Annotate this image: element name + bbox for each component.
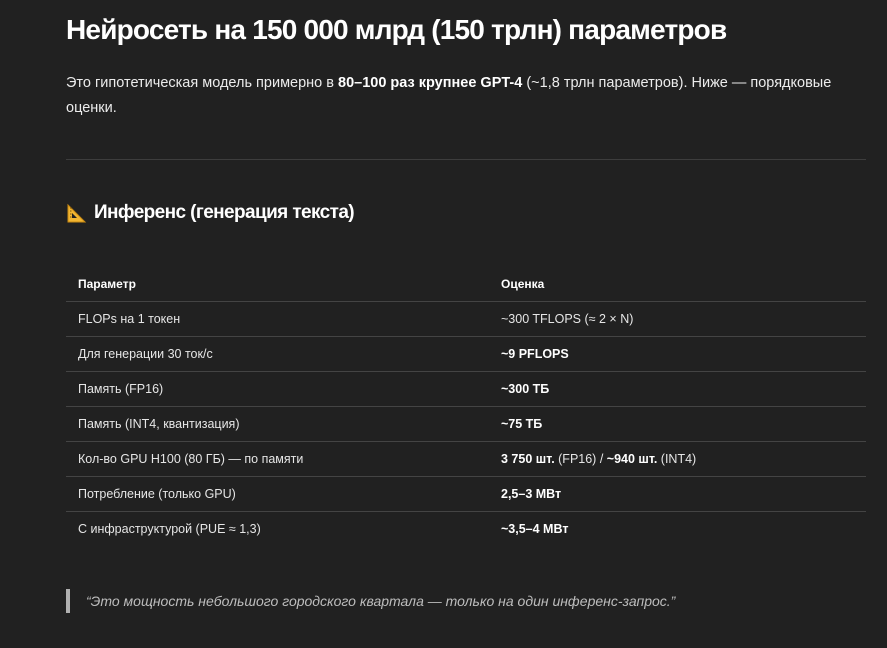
table-row: Память (INT4, квантизация) ~75 ТБ — [66, 406, 866, 442]
estimate-bold: ~3,5–4 МВт — [501, 522, 569, 536]
cell-estimate: ~75 ТБ — [489, 406, 866, 442]
page-title: Нейросеть на 150 000 млрд (150 трлн) пар… — [66, 14, 727, 45]
header-param: Параметр — [66, 267, 489, 302]
table-row: Потребление (только GPU) 2,5–3 МВт — [66, 476, 866, 512]
table-header-row: Параметр Оценка — [66, 267, 866, 302]
header-estimate: Оценка — [489, 267, 866, 302]
table-row: Память (FP16) ~300 ТБ — [66, 371, 866, 407]
cell-param: FLOPs на 1 токен — [66, 301, 489, 337]
estimate-text: (INT4) — [657, 452, 697, 466]
estimate-bold: ~300 ТБ — [501, 382, 550, 396]
blockquote: “Это мощность небольшого городского квар… — [66, 589, 675, 613]
cell-param: Память (FP16) — [66, 371, 489, 407]
table-body: FLOPs на 1 токен ~300 TFLOPS (≈ 2 × N) Для… — [66, 301, 866, 547]
estimate-bold: 3 750 шт. — [501, 452, 555, 466]
cell-param: Для генерации 30 ток/с — [66, 336, 489, 372]
section-divider — [66, 159, 866, 160]
intro-paragraph: Это гипотетическая модель примерно в 80–… — [66, 71, 866, 121]
cell-param: С инфраструктурой (PUE ≈ 1,3) — [78, 522, 261, 536]
estimates-table: Параметр Оценка FLOPs на 1 токен ~300 TFL… — [66, 267, 866, 546]
table-row: Кол-во GPU H100 (80 ГБ) — по памяти 3 750… — [66, 441, 866, 477]
table-row: Для генерации 30 ток/с ~9 PFLOPS — [66, 336, 866, 372]
estimate-bold: ~9 PFLOPS — [501, 347, 569, 361]
table-row: С инфраструктурой (PUE ≈ 1,3) ~3,5–4 МВт — [66, 512, 866, 547]
cell-estimate: ~300 ТБ — [489, 371, 866, 407]
cell-estimate: 3 750 шт. (FP16) / ~940 шт. (INT4) — [489, 441, 866, 477]
estimate-bold: ~940 шт. — [606, 452, 658, 466]
section-heading: Инференс (генерация текста) — [66, 202, 355, 224]
intro-bold: 80–100 раз крупнее GPT-4 — [338, 75, 523, 91]
cell-param: Потребление (только GPU) — [66, 476, 489, 512]
cell-estimate: 2,5–3 МВт — [489, 476, 866, 512]
cell-estimate: ~9 PFLOPS — [489, 336, 866, 372]
estimate-bold: ~75 ТБ — [501, 417, 543, 431]
estimate-bold: 2,5–3 МВт — [501, 487, 562, 501]
cell-param: Память (INT4, квантизация) — [66, 406, 489, 442]
triangular-ruler-icon — [66, 202, 88, 224]
estimate-text: ~300 TFLOPS (≈ 2 × N) — [501, 312, 634, 326]
cell-param: Кол-во GPU H100 (80 ГБ) — по памяти — [66, 441, 489, 477]
section-heading-text: Инференс (генерация текста) — [94, 202, 355, 223]
table-row: FLOPs на 1 токен ~300 TFLOPS (≈ 2 × N) — [66, 301, 866, 337]
cell-estimate: ~300 TFLOPS (≈ 2 × N) — [489, 301, 866, 337]
cell-estimate: ~3,5–4 МВт — [489, 512, 866, 547]
intro-text-1: Это гипотетическая модель примерно в — [66, 75, 339, 91]
quote-text: “Это мощность небольшого городского квар… — [86, 593, 676, 609]
estimate-text: (FP16) / — [554, 452, 607, 466]
